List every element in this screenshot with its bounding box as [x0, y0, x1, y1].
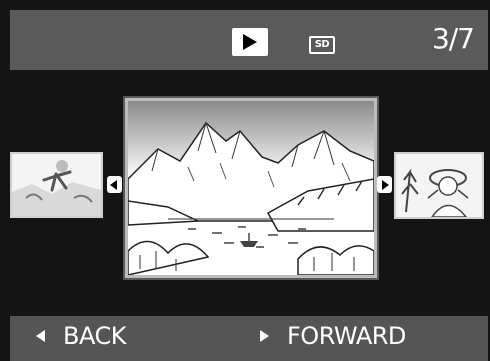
back-button[interactable]: BACK: [36, 322, 126, 350]
camera-playback-screen: SD 3/7 BACK FORWARD: [0, 0, 490, 361]
sd-card-icon: SD: [309, 36, 335, 54]
photo-gallery: [10, 70, 488, 316]
next-photo-thumbnail[interactable]: [394, 152, 484, 219]
back-label: BACK: [63, 322, 126, 350]
left-triangle-icon: [36, 330, 45, 342]
next-arrow-icon[interactable]: [377, 176, 392, 193]
image-counter: 3/7: [431, 22, 475, 55]
status-bar: SD 3/7: [10, 10, 488, 70]
current-photo: [125, 98, 377, 278]
forward-label: FORWARD: [287, 322, 406, 350]
previous-photo-thumbnail[interactable]: [10, 152, 103, 218]
right-triangle-icon: [260, 330, 269, 342]
play-icon: [232, 28, 268, 56]
previous-arrow-icon[interactable]: [107, 176, 122, 193]
navigation-bar: BACK FORWARD: [10, 316, 488, 361]
forward-button[interactable]: FORWARD: [260, 322, 406, 350]
